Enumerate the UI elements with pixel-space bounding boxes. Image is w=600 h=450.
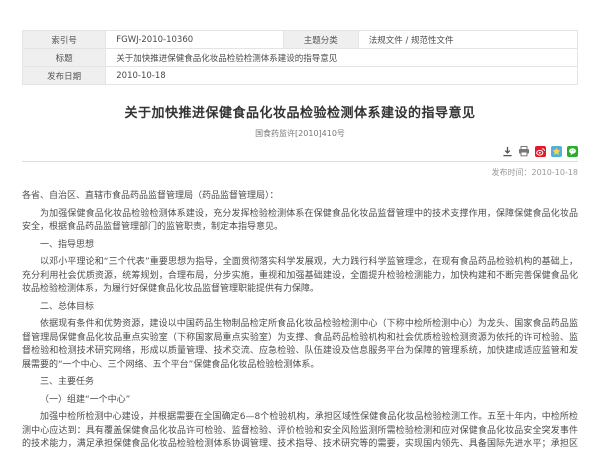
paragraph: 加强中检所检测中心建设，并根据需要在全国确定6—8个检验机构，承担区域性保健食品…	[22, 411, 578, 450]
table-row: 索引号 FGWJ-2010-10360 主题分类 法规文件 / 规范性文件	[23, 31, 578, 49]
publish-date-value: 2010-10-18	[106, 67, 578, 85]
print-icon[interactable]	[518, 145, 530, 157]
download-icon[interactable]	[501, 145, 513, 157]
subject-category-value: 法规文件 / 规范性文件	[358, 31, 577, 49]
title-value: 关于加快推进保健食品化妆品检验检测体系建设的指导意见	[106, 49, 578, 67]
publish-date-label: 发布日期	[23, 67, 106, 85]
meta-info-table: 索引号 FGWJ-2010-10360 主题分类 法规文件 / 规范性文件 标题…	[22, 30, 578, 85]
title-label: 标题	[23, 49, 106, 67]
paragraph: 依据现有条件和优势资源，建设以中国药品生物制品检定所食品化妆品检验检测中心（下称…	[22, 318, 578, 372]
page-title: 关于加快推进保健食品化妆品检验检测体系建设的指导意见	[22, 102, 578, 121]
index-number-value: FGWJ-2010-10360	[106, 31, 284, 49]
index-number-label: 索引号	[23, 31, 106, 49]
weibo-share-icon[interactable]	[535, 146, 546, 157]
table-row: 标题 关于加快推进保健食品化妆品检验检测体系建设的指导意见	[23, 49, 578, 67]
document-page: 索引号 FGWJ-2010-10360 主题分类 法规文件 / 规范性文件 标题…	[0, 0, 600, 450]
salutation: 各省、自治区、直辖市食品药品监督管理局（药品监督管理局）：	[22, 190, 578, 204]
document-number: 国食药监许[2010]410号	[22, 128, 578, 139]
table-row: 发布日期 2010-10-18	[23, 67, 578, 85]
section-heading: 三、主要任务	[22, 376, 578, 390]
section-heading: 二、总体目标	[22, 301, 578, 315]
toolbar	[22, 145, 578, 162]
publish-time: 发布时间：2010-10-18	[22, 167, 578, 178]
section-heading: 一、指导思想	[22, 239, 578, 253]
paragraph: 为加强保健食品化妆品检验检测体系建设，充分发挥检验检测体系在保健食品化妆品监督管…	[22, 208, 578, 235]
subject-category-label: 主题分类	[283, 31, 358, 49]
qzone-share-icon[interactable]	[551, 146, 562, 157]
paragraph: 以邓小平理论和“三个代表”重要思想为指导，全面贯彻落实科学发展观，大力践行科学监…	[22, 256, 578, 297]
wechat-share-icon[interactable]	[567, 146, 578, 157]
sub-heading: （一）组建“一个中心”	[22, 394, 578, 408]
document-body: 各省、自治区、直辖市食品药品监督管理局（药品监督管理局）： 为加强保健食品化妆品…	[22, 190, 578, 450]
